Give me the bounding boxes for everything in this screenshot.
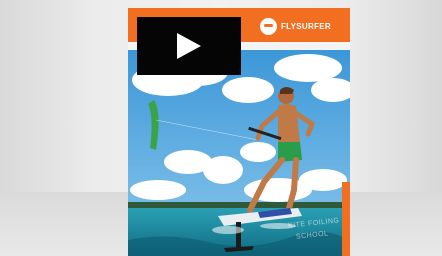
play-icon [177, 33, 201, 59]
horizon-land [128, 202, 350, 208]
brand-name: FLYSURFER [281, 21, 331, 31]
catalog-cover[interactable]: FLYSURFER KITE FOILING SCHOOL [128, 8, 350, 256]
cover-side-stripe [342, 182, 350, 256]
brand-logo-icon [260, 17, 277, 35]
brand-logo: FLYSURFER [260, 16, 331, 36]
video-play-button[interactable] [137, 17, 241, 75]
